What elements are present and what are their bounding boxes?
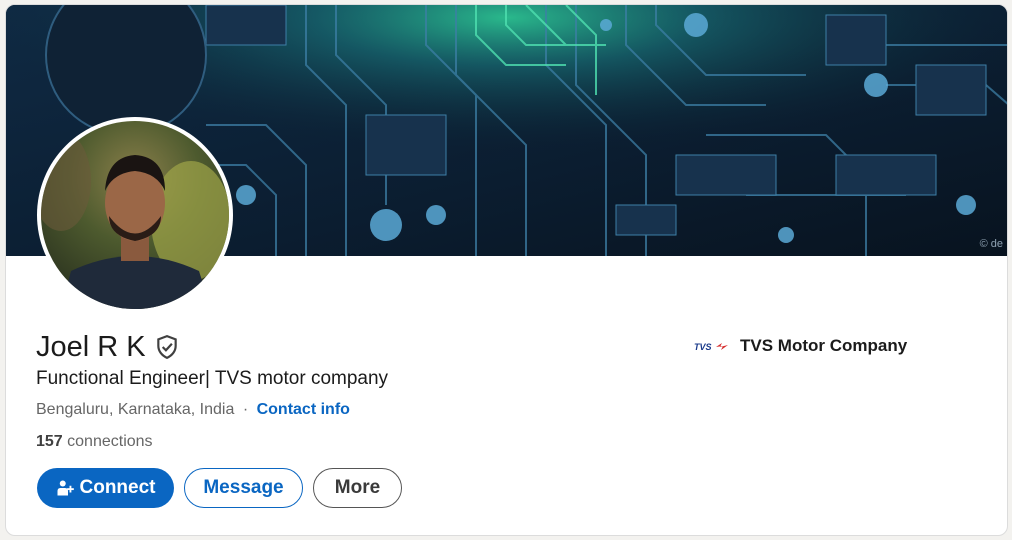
profile-location: Bengaluru, Karnataka, India <box>36 401 235 418</box>
location-separator: · <box>242 401 249 418</box>
connections-label: connections <box>67 433 153 450</box>
contact-info-link[interactable]: Contact info <box>257 401 350 418</box>
name-row: Joel R K <box>36 330 180 364</box>
profile-card: © de Joel R K Functional Engineer| TVS m… <box>5 4 1008 536</box>
company-name: TVS Motor Company <box>740 336 908 355</box>
location-row: Bengaluru, Karnataka, India · Contact in… <box>36 401 350 419</box>
more-button[interactable]: More <box>313 468 402 508</box>
profile-avatar[interactable] <box>37 117 233 313</box>
connections-number: 157 <box>36 433 63 450</box>
tvs-logo-icon: TVS <box>694 342 728 352</box>
message-button[interactable]: Message <box>184 468 303 508</box>
banner-watermark: © de <box>979 238 1003 250</box>
profile-headline: Functional Engineer| TVS motor company <box>36 368 389 389</box>
connections-count[interactable]: 157 connections <box>36 433 153 451</box>
current-company[interactable]: TVS TVS Motor Company <box>694 336 907 356</box>
profile-name: Joel R K <box>36 331 146 363</box>
connect-button[interactable]: Connect <box>37 468 174 508</box>
shield-check-icon[interactable] <box>154 334 180 360</box>
avatar-photo <box>41 121 229 309</box>
connect-label: Connect <box>79 477 156 498</box>
add-person-icon <box>57 480 74 496</box>
svg-text:TVS: TVS <box>694 342 712 352</box>
